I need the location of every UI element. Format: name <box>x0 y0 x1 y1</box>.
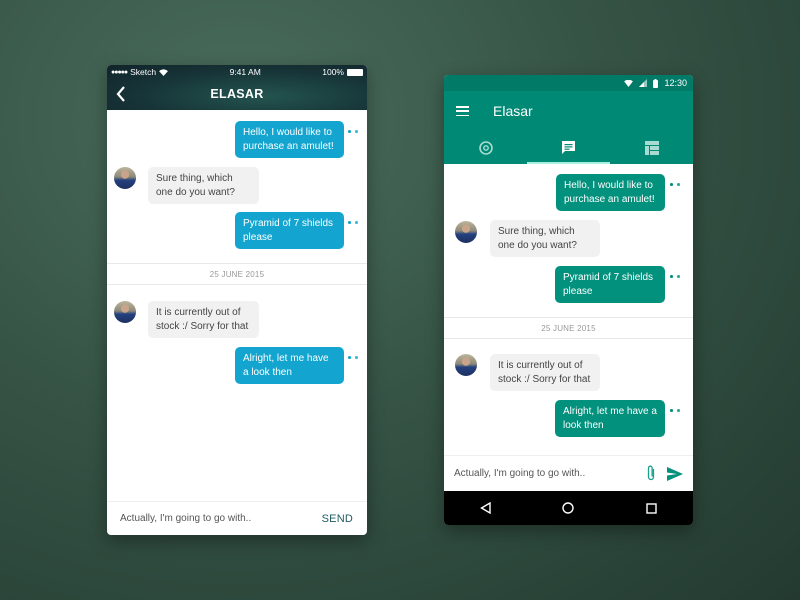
tab-dashboard[interactable] <box>610 131 693 164</box>
message-outgoing: Hello, I would like to purchase an amule… <box>556 174 665 211</box>
battery-icon <box>346 69 363 77</box>
android-time: 12:30 <box>664 78 687 88</box>
android-app-bar: Elasar <box>444 91 693 164</box>
wifi-icon <box>159 68 169 76</box>
message-outgoing: Pyramid of 7 shields please <box>555 266 665 303</box>
message-incoming: Sure thing, which one do you want? <box>490 220 600 257</box>
explore-icon <box>478 140 493 155</box>
send-icon[interactable] <box>667 466 683 481</box>
date-divider: 25 JUNE 2015 <box>107 263 367 285</box>
conversation-title: Elasar <box>493 103 533 119</box>
android-composer <box>444 455 693 491</box>
cell-signal-icon <box>639 79 648 87</box>
android-status-bar: 12:30 <box>444 75 693 91</box>
android-phone-mockup: 12:30 Elasar Hello, I would like to purc… <box>444 75 693 525</box>
signal-dots-icon: ●●●●● <box>111 68 128 76</box>
ios-phone-mockup: ●●●●● Sketch 9:41 AM 100% ELASAR Hello, I… <box>107 65 367 535</box>
message-outgoing: Pyramid of 7 shields please <box>235 212 344 249</box>
message-input[interactable] <box>454 468 645 479</box>
home-nav-icon[interactable] <box>562 502 575 514</box>
tab-explore[interactable] <box>444 131 527 164</box>
battery-icon <box>653 78 659 88</box>
message-outgoing: Alright, let me have a look then <box>555 400 665 437</box>
chat-icon <box>562 141 575 154</box>
tab-bar <box>444 131 693 164</box>
tab-chat[interactable] <box>527 131 610 164</box>
menu-icon[interactable] <box>456 106 469 117</box>
typing-dots-icon <box>670 275 682 279</box>
message-incoming: It is currently out of stock :/ Sorry fo… <box>490 354 600 391</box>
ios-composer: SEND <box>107 501 367 535</box>
android-nav-bar <box>444 491 693 525</box>
avatar <box>455 354 477 376</box>
back-nav-icon[interactable] <box>479 502 491 514</box>
ios-time: 9:41 AM <box>229 67 261 77</box>
message-outgoing: Alright, let me have a look then <box>235 347 344 384</box>
recents-nav-icon[interactable] <box>646 502 657 514</box>
wifi-icon <box>624 79 634 87</box>
avatar <box>114 301 136 323</box>
conversation-title: ELASAR <box>210 87 264 101</box>
message-incoming: It is currently out of stock :/ Sorry fo… <box>148 301 259 338</box>
message-input[interactable] <box>120 513 290 524</box>
date-divider: 25 JUNE 2015 <box>444 317 693 339</box>
message-incoming: Sure thing, which one do you want? <box>148 167 259 204</box>
send-button[interactable]: SEND <box>322 513 353 525</box>
typing-dots-icon <box>348 130 360 134</box>
typing-dots-icon <box>670 183 682 187</box>
dashboard-icon <box>644 140 659 155</box>
ios-header: ●●●●● Sketch 9:41 AM 100% ELASAR <box>107 65 367 110</box>
attach-icon[interactable] <box>645 465 657 482</box>
ios-status-bar: ●●●●● Sketch 9:41 AM 100% <box>107 65 367 79</box>
typing-dots-icon <box>348 356 360 360</box>
typing-dots-icon <box>670 409 682 413</box>
carrier-label: Sketch <box>130 67 157 77</box>
typing-dots-icon <box>348 221 360 225</box>
message-outgoing: Hello, I would like to purchase an amule… <box>235 121 344 158</box>
avatar <box>114 167 136 189</box>
battery-percent: 100% <box>322 67 344 77</box>
avatar <box>455 221 477 243</box>
